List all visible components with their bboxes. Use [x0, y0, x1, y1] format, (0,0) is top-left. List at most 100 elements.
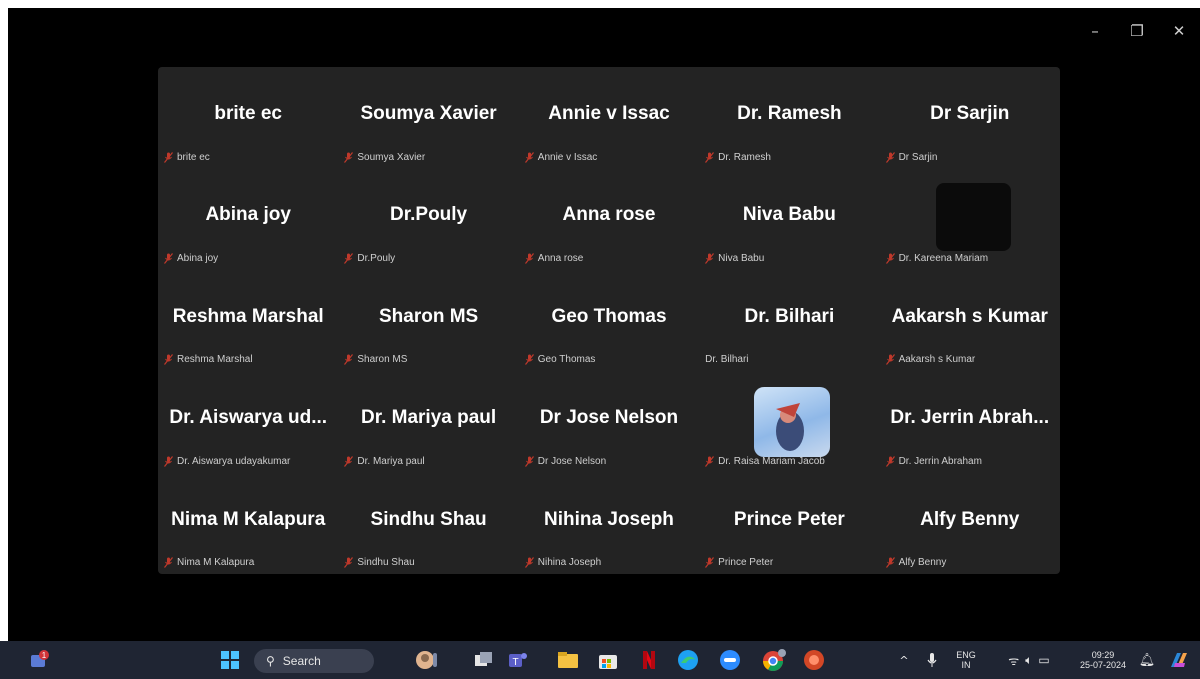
- start-button[interactable]: [218, 648, 242, 672]
- volume-icon: 🔈︎: [1025, 652, 1033, 667]
- participant-tile-dr-bilhari[interactable]: Dr. Bilhari Dr. Bilhari: [699, 270, 879, 371]
- participant-name: Abina joy: [205, 204, 291, 226]
- participant-name: brite ec: [214, 103, 282, 124]
- notification-app-icon[interactable]: 1: [26, 648, 54, 672]
- participant-name: Dr. Ramesh: [737, 103, 842, 124]
- participant-tile-sindhu-shau[interactable]: Sindhu Shau Sindhu Shau: [338, 473, 518, 574]
- task-view-icon[interactable]: [472, 648, 496, 672]
- participant-tile-soumya-xavier[interactable]: Soumya Xavier Soumya Xavier: [338, 67, 518, 168]
- taskbar-search[interactable]: ⚲ Search: [254, 649, 374, 673]
- muted-mic-icon: [885, 151, 895, 163]
- muted-mic-icon: [524, 151, 534, 163]
- participant-name: Reshma Marshal: [172, 305, 324, 327]
- notification-bell-icon[interactable]: 🔔︎: [1138, 648, 1156, 672]
- participant-tile-reshma-marshal[interactable]: Reshma Marshal Reshma Marshal: [158, 270, 338, 371]
- participant-label: brite ec: [164, 150, 210, 164]
- muted-mic-icon: [885, 253, 895, 264]
- notification-count: 1: [42, 651, 47, 660]
- netflix-icon[interactable]: [638, 648, 660, 672]
- file-explorer-icon[interactable]: [556, 648, 580, 672]
- participant-name: Niva Babu: [742, 204, 836, 226]
- participant-label-text: Dr. Mariya paul: [357, 455, 425, 467]
- participant-tile-nihina-joseph[interactable]: Nihina Joseph Nihina Joseph: [519, 473, 699, 574]
- participant-tile-annie-v-issac[interactable]: Annie v Issac Annie v Issac: [519, 67, 699, 168]
- muted-mic-icon: [885, 557, 895, 568]
- participant-label: Sindhu Shau: [344, 556, 415, 570]
- participant-tile-dr-pouly[interactable]: Dr.Pouly Dr.Pouly: [338, 168, 518, 269]
- microphone-icon[interactable]: [924, 648, 940, 672]
- participant-label-text: Dr. Jerrin Abraham: [898, 455, 982, 467]
- participant-label: Nihina Joseph: [524, 556, 601, 570]
- restore-button[interactable]: ❐: [1116, 18, 1158, 44]
- edge-icon[interactable]: [676, 648, 700, 672]
- participant-label: Geo Thomas: [524, 353, 595, 367]
- participant-tile-abina-joy[interactable]: Abina joy Abina joy: [158, 168, 338, 269]
- participant-label: Alfy Benny: [885, 556, 946, 570]
- participant-tile-dr-aiswarya-udayakumar[interactable]: Dr. Aiswarya ud... Dr. Aiswarya udayakuma…: [158, 371, 338, 472]
- muted-mic-icon: [885, 354, 895, 366]
- participant-label: Aakarsh s Kumar: [885, 353, 976, 367]
- powerpoint-icon[interactable]: [802, 648, 826, 672]
- participant-tile-nima-m-kalapura[interactable]: Nima M Kalapura Nima M Kalapura: [158, 473, 338, 574]
- participant-tile-anna-rose[interactable]: Anna rose Anna rose: [519, 168, 699, 269]
- participant-tile-dr-kareena-mariam[interactable]: Dr. Kareena Mariam: [880, 168, 1060, 269]
- muted-mic-icon: [705, 151, 715, 163]
- participant-label-text: Nima M Kalapura: [177, 557, 255, 569]
- participant-tile-dr-sarjin[interactable]: Dr Sarjin Dr Sarjin: [880, 67, 1060, 168]
- minimize-button[interactable]: –: [1074, 18, 1116, 44]
- muted-mic-icon: [164, 557, 173, 568]
- participant-name: Annie v Issac: [548, 103, 670, 124]
- participant-tile-prince-peter[interactable]: Prince Peter Prince Peter: [699, 473, 879, 574]
- store-icon[interactable]: [596, 648, 620, 672]
- participant-label-text: Anna rose: [537, 252, 584, 264]
- participant-name: Aakarsh s Kumar: [891, 305, 1048, 327]
- participant-tile-alfy-benny[interactable]: Alfy Benny Alfy Benny: [880, 473, 1060, 574]
- muted-mic-icon: [344, 455, 354, 467]
- muted-mic-icon: [524, 455, 534, 467]
- meeting-app-icon[interactable]: [718, 648, 742, 672]
- participant-name: Dr. Mariya paul: [361, 407, 497, 429]
- participant-label: Annie v Issac: [524, 150, 597, 164]
- close-button[interactable]: ✕: [1158, 18, 1200, 44]
- chevron-up-icon[interactable]: ^: [896, 648, 912, 672]
- participant-tile-aakarsh-s-kumar[interactable]: Aakarsh s Kumar Aakarsh s Kumar: [880, 270, 1060, 371]
- participant-name: Soumya Xavier: [360, 103, 497, 124]
- participant-tile-dr-jose-nelson[interactable]: Dr Jose Nelson Dr Jose Nelson: [519, 371, 699, 472]
- participant-tile-sharon-ms[interactable]: Sharon MS Sharon MS: [338, 270, 518, 371]
- teams-icon[interactable]: T: [506, 648, 530, 672]
- participant-name: Dr Sarjin: [930, 103, 1010, 124]
- participant-tile-dr-jerrin-abraham[interactable]: Dr. Jerrin Abrah... Dr. Jerrin Abraham: [880, 371, 1060, 472]
- participant-label-text: Prince Peter: [718, 557, 774, 569]
- clock[interactable]: 09:29 25-07-2024: [1072, 648, 1134, 672]
- svg-text:T: T: [512, 657, 518, 668]
- participant-label: Anna rose: [524, 251, 584, 265]
- chrome-icon[interactable]: [760, 648, 788, 672]
- participant-name: Sindhu Shau: [370, 508, 487, 530]
- muted-mic-icon: [164, 354, 173, 366]
- clock-time: 09:29: [1091, 650, 1115, 660]
- participant-label: Reshma Marshal: [164, 353, 253, 367]
- participant-label-text: Aakarsh s Kumar: [898, 354, 976, 366]
- participant-name: Geo Thomas: [551, 305, 667, 327]
- participant-label-text: Dr. Kareena Mariam: [898, 252, 989, 264]
- copilot-icon[interactable]: [1166, 648, 1192, 672]
- participant-tile-brite-ec[interactable]: brite ec brite ec: [158, 67, 338, 168]
- participant-label-text: Sharon MS: [357, 354, 408, 366]
- participant-tile-dr-ramesh[interactable]: Dr. Ramesh Dr. Ramesh: [699, 67, 879, 168]
- participant-tile-niva-babu[interactable]: Niva Babu Niva Babu: [699, 168, 879, 269]
- muted-mic-icon: [344, 253, 354, 264]
- system-tray[interactable]: ᯤ 🔈︎ ▭: [996, 648, 1062, 672]
- participant-tile-geo-thomas[interactable]: Geo Thomas Geo Thomas: [519, 270, 699, 371]
- participant-label-text: Reshma Marshal: [177, 354, 253, 366]
- participant-label-text: Abina joy: [177, 252, 219, 264]
- participant-video: [935, 183, 1011, 252]
- participant-tile-dr-mariya-paul[interactable]: Dr. Mariya paul Dr. Mariya paul: [338, 371, 518, 472]
- taskbar: 1 ⚲ Search T ^ ENG IN ᯤ 🔈︎ ▭ 09:29 25-07…: [0, 641, 1200, 679]
- participant-label-text: brite ec: [177, 151, 210, 163]
- window-controls: – ❐ ✕: [1074, 18, 1200, 44]
- participant-tile-dr-raisa-mariam-jacob[interactable]: Dr. Raisa Mariam Jacob: [699, 371, 879, 472]
- widgets-icon[interactable]: [412, 648, 442, 672]
- muted-mic-icon: [524, 253, 534, 264]
- participant-name: Dr.Pouly: [390, 204, 468, 226]
- language-indicator[interactable]: ENG IN: [952, 648, 980, 672]
